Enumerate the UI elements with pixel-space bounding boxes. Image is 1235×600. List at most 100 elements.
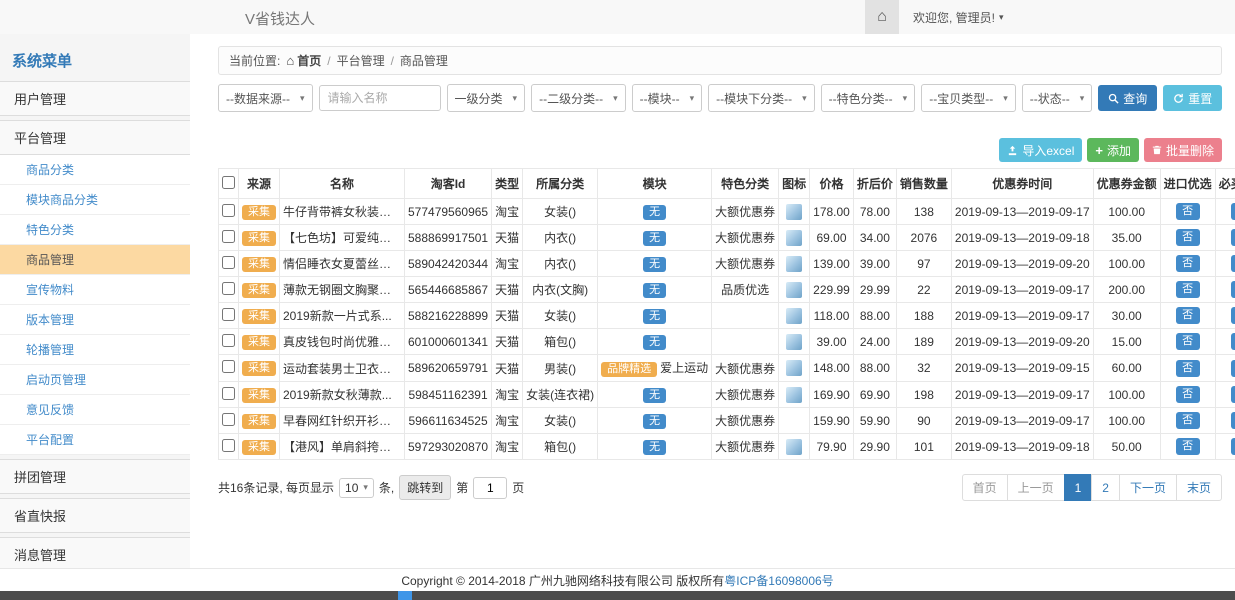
filter-select[interactable]: 一级分类▾: [447, 84, 526, 112]
import-select-button[interactable]: 否: [1176, 333, 1200, 350]
page-button[interactable]: 首页: [962, 474, 1008, 501]
import-select-button[interactable]: 否: [1176, 203, 1200, 220]
page-button[interactable]: 2: [1091, 474, 1120, 501]
sidebar-item[interactable]: 拼团管理: [0, 459, 190, 494]
source-badge: 采集: [242, 257, 276, 272]
cell-sales: 189: [896, 329, 951, 355]
filter-select[interactable]: --特色分类--▾: [821, 84, 916, 112]
row-checkbox[interactable]: [222, 439, 235, 452]
home-button[interactable]: ⌂: [865, 0, 899, 34]
taskbar: [0, 591, 1235, 600]
page-button[interactable]: 末页: [1176, 474, 1222, 501]
filter-select[interactable]: --状态--▾: [1022, 84, 1093, 112]
row-checkbox[interactable]: [222, 230, 235, 243]
sidebar-subitem[interactable]: 意见反馈: [0, 395, 190, 425]
source-badge: 采集: [242, 205, 276, 220]
breadcrumb-item[interactable]: 平台管理: [337, 52, 385, 69]
sidebar-item[interactable]: 平台管理: [0, 120, 190, 155]
import-select-button[interactable]: 否: [1176, 438, 1200, 455]
query-button[interactable]: 查询: [1098, 85, 1157, 111]
cell-category: 内衣(文胸): [523, 277, 598, 303]
must-buy-button[interactable]: 否: [1231, 203, 1235, 220]
must-buy-button[interactable]: 否: [1231, 281, 1235, 298]
row-checkbox[interactable]: [222, 360, 235, 373]
select-all-checkbox[interactable]: [222, 176, 235, 189]
cell-price: 39.00: [810, 329, 854, 355]
must-buy-button[interactable]: 否: [1231, 333, 1235, 350]
import-select-button[interactable]: 否: [1176, 307, 1200, 324]
cell-type: 淘宝: [492, 251, 523, 277]
cell-sales: 22: [896, 277, 951, 303]
row-checkbox[interactable]: [222, 308, 235, 321]
sidebar-subitem[interactable]: 商品管理: [0, 245, 190, 275]
welcome-text: 欢迎您, 管理员!: [913, 9, 995, 26]
cell-coupon-time: 2019-09-13—2019-09-15: [951, 355, 1093, 382]
page-button[interactable]: 1: [1064, 474, 1093, 501]
user-menu[interactable]: 欢迎您, 管理员! ▾: [899, 9, 1018, 26]
filter-select[interactable]: --宝贝类型--▾: [921, 84, 1016, 112]
per-page-select[interactable]: 10 ▾: [339, 478, 374, 498]
cell-must-buy: 否: [1215, 251, 1235, 277]
cell-sales: 2076: [896, 225, 951, 251]
sidebar-subitem[interactable]: 版本管理: [0, 305, 190, 335]
breadcrumb-home-link[interactable]: ⌂ 首页: [286, 52, 321, 69]
row-checkbox[interactable]: [222, 256, 235, 269]
cell-must-buy: 否: [1215, 329, 1235, 355]
cell-import-select: 否: [1160, 355, 1215, 382]
sidebar-item[interactable]: 消息管理: [0, 537, 190, 569]
filter-select[interactable]: --二级分类--▾: [531, 84, 626, 112]
jump-button[interactable]: 跳转到: [399, 475, 451, 500]
cell-type: 淘宝: [492, 434, 523, 460]
taskbar-item[interactable]: [398, 591, 412, 600]
cell-select: [219, 199, 239, 225]
page-number-input[interactable]: [473, 477, 507, 499]
sidebar-subitem[interactable]: 平台配置: [0, 425, 190, 455]
reset-button[interactable]: 重置: [1163, 85, 1222, 111]
must-buy-button[interactable]: 否: [1231, 360, 1235, 377]
import-select-button[interactable]: 否: [1176, 386, 1200, 403]
sidebar-subitem[interactable]: 模块商品分类: [0, 185, 190, 215]
row-checkbox[interactable]: [222, 204, 235, 217]
import-select-button[interactable]: 否: [1176, 360, 1200, 377]
must-buy-button[interactable]: 否: [1231, 386, 1235, 403]
must-buy-button[interactable]: 否: [1231, 412, 1235, 429]
sidebar-item[interactable]: 省直快报: [0, 498, 190, 533]
column-header: 必买清单: [1215, 169, 1235, 199]
row-checkbox[interactable]: [222, 334, 235, 347]
sidebar-item[interactable]: 用户管理: [0, 81, 190, 116]
filter-select[interactable]: --模块下分类--▾: [708, 84, 815, 112]
sidebar-subitem[interactable]: 特色分类: [0, 215, 190, 245]
sidebar-subitem[interactable]: 宣传物料: [0, 275, 190, 305]
must-buy-button[interactable]: 否: [1231, 229, 1235, 246]
sidebar-subitem[interactable]: 轮播管理: [0, 335, 190, 365]
sidebar-subitem[interactable]: 启动页管理: [0, 365, 190, 395]
filter-select[interactable]: --模块--▾: [632, 84, 703, 112]
plus-icon: +: [1095, 143, 1103, 158]
row-checkbox[interactable]: [222, 282, 235, 295]
page-button[interactable]: 上一页: [1007, 474, 1065, 501]
import-select-button[interactable]: 否: [1176, 229, 1200, 246]
cell-category: 女装(): [523, 199, 598, 225]
icp-link[interactable]: 粤ICP备16098006号: [724, 572, 833, 589]
must-buy-button[interactable]: 否: [1231, 438, 1235, 455]
cell-import-select: 否: [1160, 277, 1215, 303]
row-checkbox[interactable]: [222, 387, 235, 400]
must-buy-button[interactable]: 否: [1231, 307, 1235, 324]
sidebar-subitem[interactable]: 商品分类: [0, 155, 190, 185]
import-excel-button[interactable]: 导入excel: [999, 138, 1082, 162]
import-select-button[interactable]: 否: [1176, 255, 1200, 272]
cell-module: 无: [598, 277, 712, 303]
select-all-cell: [219, 169, 239, 199]
name-search-input[interactable]: [319, 85, 441, 111]
cell-discount-price: 69.90: [853, 382, 896, 408]
add-button[interactable]: + 添加: [1087, 138, 1139, 162]
page-button[interactable]: 下一页: [1119, 474, 1177, 501]
batch-delete-button[interactable]: 批量删除: [1144, 138, 1222, 162]
filter-select[interactable]: --数据来源--▾: [218, 84, 313, 112]
sidebar-group: 用户管理: [0, 81, 190, 116]
cell-sales: 138: [896, 199, 951, 225]
import-select-button[interactable]: 否: [1176, 412, 1200, 429]
row-checkbox[interactable]: [222, 413, 235, 426]
import-select-button[interactable]: 否: [1176, 281, 1200, 298]
must-buy-button[interactable]: 否: [1231, 255, 1235, 272]
